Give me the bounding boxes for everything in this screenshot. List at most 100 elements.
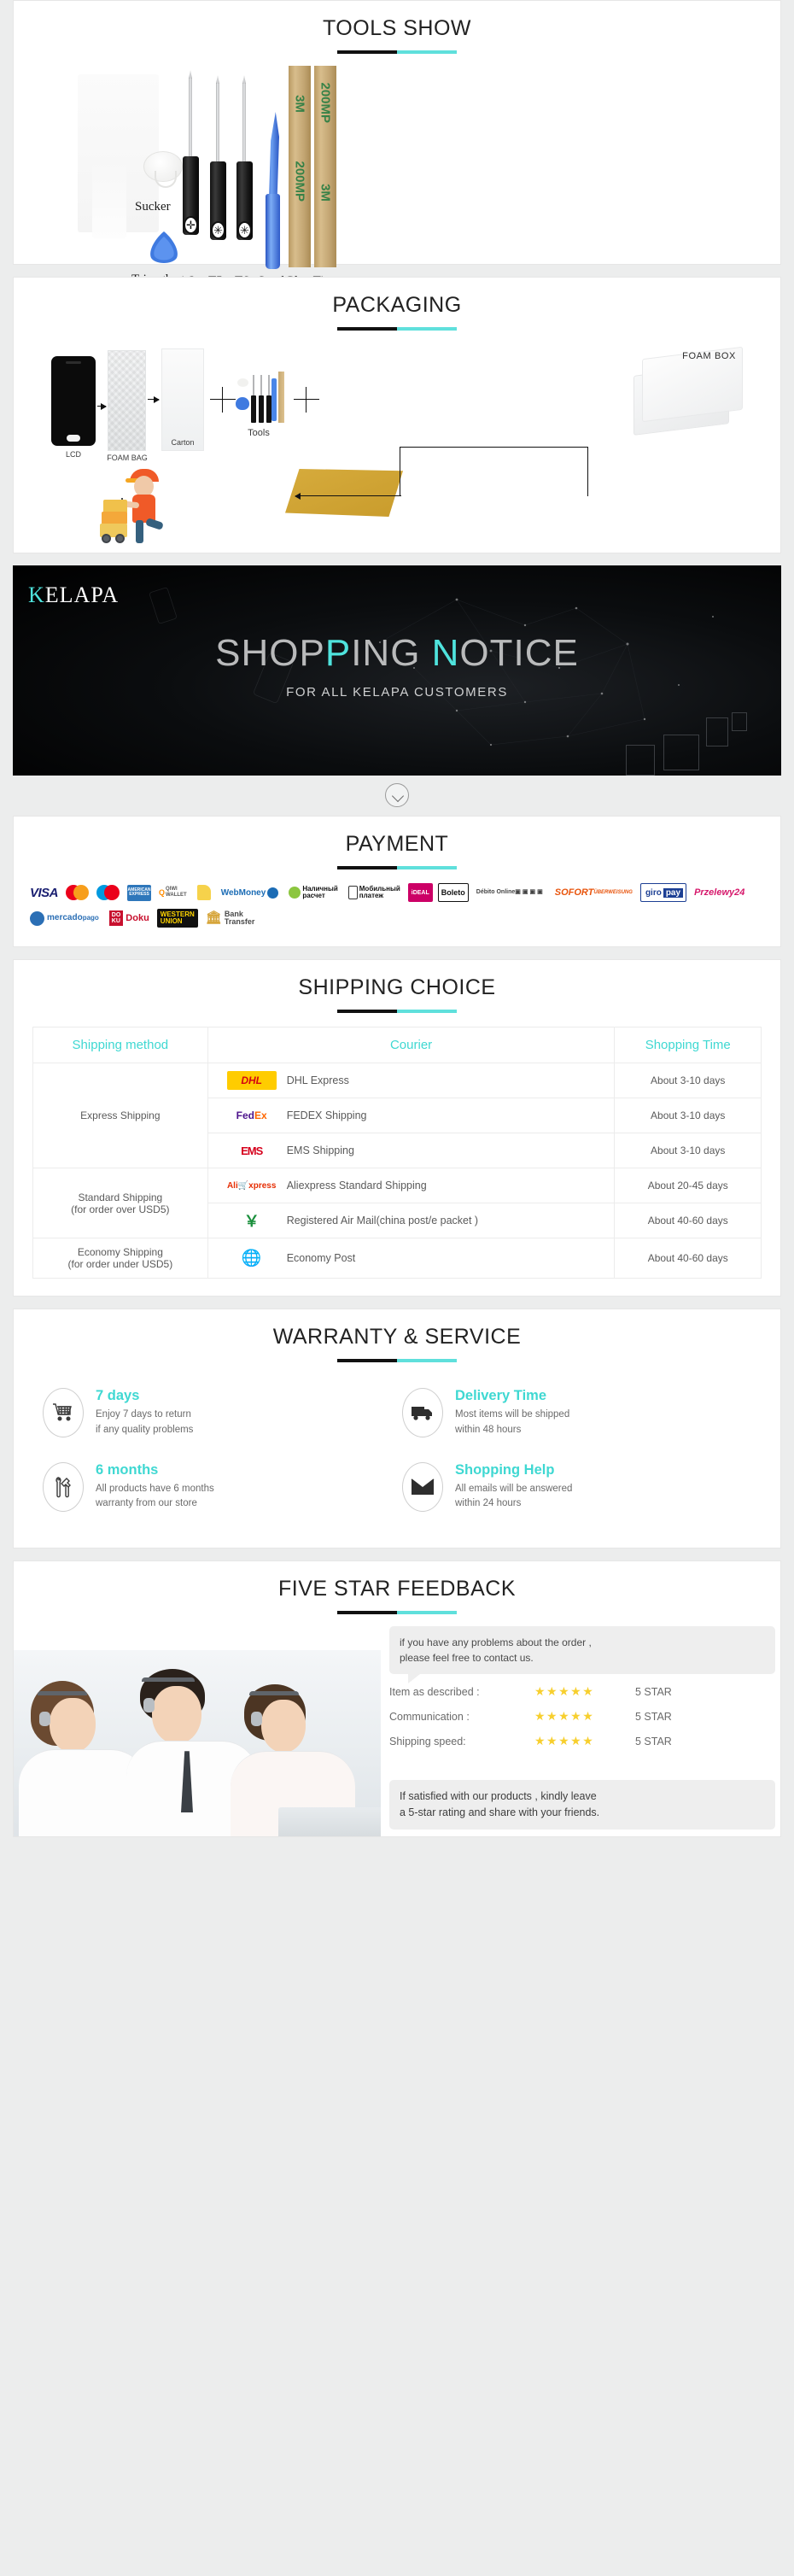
delivery-man-illustration (95, 460, 189, 543)
glue-tape-strip-right: 200MP 3M (314, 66, 336, 267)
bubble-line-1: if you have any problems about the order… (400, 1636, 592, 1649)
warranty-item-7-days: 7 days Enjoy 7 days to return if any qua… (43, 1381, 392, 1450)
warranty-line-1: All emails will be answered (455, 1483, 573, 1494)
scroll-down-button[interactable] (385, 783, 409, 807)
method-economy-shipping: Economy Shipping (for order under USD5) (32, 1238, 208, 1279)
leave-rating-bubble: If satisfied with our products , kindly … (389, 1780, 775, 1830)
banner-subtitle: FOR ALL KELAPA CUSTOMERS (286, 685, 508, 700)
method-standard-shipping: Standard Shipping (for order over USD5) (32, 1168, 208, 1238)
przelewy24-icon: Przelewy24 (694, 887, 745, 898)
mastercard-icon (66, 883, 91, 902)
united-nations-logo-icon: 🌐 (241, 1250, 262, 1268)
envelope-icon (402, 1461, 443, 1512)
flow-line-horizontal (400, 447, 588, 448)
decorative-square-4 (626, 745, 655, 776)
title-rule (337, 50, 457, 54)
mobile-payment-icon: Мобильный платеж (346, 883, 403, 902)
flow-arrow-2 (148, 395, 160, 403)
method-line-2: (for order under USD5) (67, 1258, 173, 1270)
star-rating-icon: ★★★★★ (534, 1684, 595, 1699)
china-post-logo-icon: ￥ (243, 1213, 260, 1230)
section-title: SHIPPING CHOICE (298, 975, 496, 999)
contact-us-bubble: if you have any problems about the order… (389, 1626, 775, 1684)
rating-row-item-as-described: Item as described : ★★★★★ 5 STAR (389, 1684, 782, 1699)
courier-cell: ￥ Registered Air Mail(china post/e packe… (207, 1203, 616, 1238)
warranty-text: Delivery Time Most items will be shipped… (455, 1388, 569, 1438)
feedback-header: FIVE STAR FEEDBACK (14, 1561, 780, 1615)
plus-sign-2 (294, 387, 319, 413)
table-row: Express Shipping DHL DHL Express About 3… (32, 1063, 762, 1168)
warranty-heading: 7 days (96, 1388, 140, 1403)
product-description-page: TOOLS SHOW Sucker Triangle ✛ 1.2 ✳ (0, 0, 794, 1838)
foam-box-label: FOAM BOX (682, 351, 736, 361)
foam-box-image (633, 346, 743, 436)
shipping-header: SHIPPING CHOICE (14, 960, 780, 1013)
shipping-time: About 20-45 days (614, 1168, 762, 1203)
western-union-icon: WESTERN UNION (156, 909, 198, 928)
title-rule (337, 1010, 457, 1013)
warranty-text: 6 months All products have 6 months warr… (96, 1462, 214, 1513)
plus-sign-1 (210, 387, 236, 413)
table-row: Standard Shipping (for order over USD5) … (32, 1168, 762, 1238)
warranty-line-1: All products have 6 months (96, 1483, 214, 1494)
section-title: PAYMENT (345, 832, 449, 856)
method-line-1: Standard Shipping (78, 1191, 163, 1203)
warranty-line-2: within 48 hours (455, 1424, 522, 1435)
decorative-square-2 (732, 712, 747, 731)
method-express-shipping: Express Shipping (32, 1063, 208, 1168)
ideal-icon: iDEAL (407, 883, 433, 902)
american-express-icon: AMERICAN EXPRESS (127, 884, 152, 901)
rating-value: 5 STAR (635, 1710, 672, 1723)
glue-tape-strip-left: 3M 200MP (289, 66, 311, 267)
visa-icon: VISA (30, 885, 59, 900)
warranty-heading: 6 months (96, 1461, 159, 1478)
title-rule (337, 1359, 457, 1362)
triangle-pick-image (146, 230, 182, 266)
warranty-line-1: Enjoy 7 days to return (96, 1409, 191, 1420)
tools-kit-thumbnail (234, 372, 284, 424)
star-rating-icon: ★★★★★ (534, 1734, 595, 1748)
delivery-truck-icon (402, 1388, 443, 1437)
rating-row-communication: Communication : ★★★★★ 5 STAR (389, 1709, 782, 1724)
warranty-line-2: within 24 hours (455, 1498, 522, 1509)
dhl-logo-icon: DHL (226, 1071, 277, 1090)
decorative-square-3 (663, 735, 699, 770)
payment-header: PAYMENT (14, 817, 780, 869)
shipping-time: About 3-10 days (614, 1133, 762, 1168)
cash-payment-icon: Наличный расчет (286, 883, 340, 902)
packaging-header: PACKAGING (14, 278, 780, 331)
logo-rest: ELAPA (44, 583, 120, 607)
courier-cell: EMS EMS Shipping (207, 1133, 616, 1168)
spudger-tool-image (263, 112, 283, 269)
warranty-line-2: if any quality problems (96, 1424, 194, 1435)
bubble-line-2: please feel free to contact us. (400, 1652, 534, 1665)
warranty-item-shopping-help: Shopping Help All emails will be answere… (402, 1455, 751, 1525)
feedback-body: if you have any problems about the order… (14, 1614, 782, 1837)
shipping-time: About 40-60 days (614, 1238, 762, 1279)
courier-cell: Fed Ex FEDEX Shipping (207, 1098, 616, 1133)
shipping-choice-section: SHIPPING CHOICE Shipping method Courier … (13, 959, 781, 1297)
courier-cell: DHL DHL Express (207, 1063, 616, 1098)
keyboard-prop (278, 1807, 381, 1837)
shopping-notice-banner: KELAPA SHOPPING NOTICE FOR ALL KELAPA CU… (13, 565, 781, 776)
courier-name: DHL Express (286, 1074, 349, 1086)
table-row: Economy Shipping (for order under USD5) … (32, 1238, 762, 1279)
giropay-icon: giro pay (639, 883, 687, 902)
warranty-header: WARRANTY & SERVICE (14, 1309, 780, 1362)
rating-value: 5 STAR (635, 1685, 672, 1698)
boleto-icon: Boleto (437, 883, 469, 902)
shipping-time: About 3-10 days (614, 1098, 762, 1133)
courier-name: Aliexpress Standard Shipping (286, 1180, 427, 1191)
shipping-table: Shipping method Courier Shopping Time Ex… (32, 1027, 762, 1279)
courier-name: EMS Shipping (286, 1145, 354, 1156)
section-title: FIVE STAR FEEDBACK (277, 1577, 517, 1601)
aliexpress-logo-icon: Ali🛒xpress (226, 1180, 277, 1191)
header-courier: Courier (207, 1027, 616, 1063)
sofort-icon: SOFORT ÜBERWEISUNG (554, 887, 633, 898)
five-star-feedback-section: FIVE STAR FEEDBACK if you have any probl… (13, 1560, 782, 1838)
title-rule (337, 866, 457, 869)
lcd-label: LCD (65, 450, 81, 459)
rating-rows: Item as described : ★★★★★ 5 STAR Communi… (389, 1684, 782, 1759)
tools-illustration: Sucker Triangle ✛ 1.2 ✳ T5 ✳ T6 (14, 59, 780, 288)
flow-arrow-1 (97, 402, 107, 410)
